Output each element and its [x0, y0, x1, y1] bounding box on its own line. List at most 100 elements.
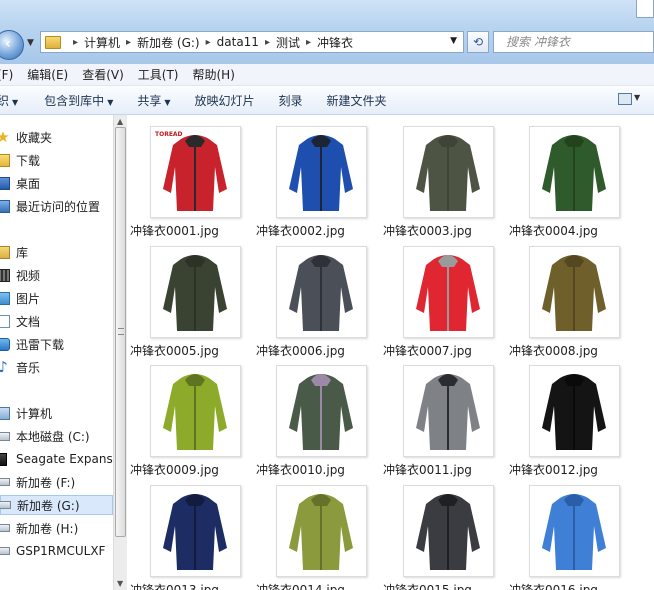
slideshow-button[interactable]: 放映幻灯片: [195, 92, 255, 109]
scrollbar-thumb[interactable]: [115, 127, 126, 537]
sidebar-item-label: 下载: [16, 153, 41, 168]
jacket-image: [542, 494, 606, 570]
file-item[interactable]: 冲锋衣0015.jpg: [383, 474, 503, 590]
file-item[interactable]: 冲锋衣0003.jpg: [383, 115, 503, 238]
search-input[interactable]: 搜索 冲锋衣: [493, 31, 654, 53]
sidebar-item-gsp[interactable]: GSP1RMCULXF: [0, 541, 105, 561]
sidebar-scrollbar[interactable]: ▲ ▼: [113, 115, 127, 590]
include-in-library-button[interactable]: 包含到库中 ▼: [44, 92, 113, 109]
file-name[interactable]: 冲锋衣0013.jpg: [130, 581, 255, 590]
menu-help[interactable]: 帮助(H): [193, 66, 235, 83]
chevron-right-icon[interactable]: ▸: [73, 37, 78, 48]
address-bar[interactable]: ▸ 计算机 ▸ 新加卷 (G:) ▸ data11 ▸ 测试 ▸ 冲锋衣 ▼: [40, 31, 464, 53]
file-item[interactable]: 冲锋衣0014.jpg: [256, 474, 376, 590]
file-item[interactable]: 冲锋衣0010.jpg: [256, 354, 376, 477]
sidebar-item-computer[interactable]: 计算机: [0, 403, 52, 423]
image-thumbnail[interactable]: [150, 485, 241, 577]
breadcrumb-data11[interactable]: data11: [217, 35, 259, 49]
image-thumbnail[interactable]: [403, 365, 494, 457]
file-item[interactable]: 冲锋衣0008.jpg: [509, 235, 629, 358]
share-button[interactable]: 共享 ▼: [137, 92, 170, 109]
file-item[interactable]: 冲锋衣0002.jpg: [256, 115, 376, 238]
organize-label: 织: [0, 93, 10, 108]
view-dropdown-icon[interactable]: ▼: [634, 93, 640, 102]
file-item[interactable]: 冲锋衣0012.jpg: [509, 354, 629, 477]
image-thumbnail[interactable]: [529, 246, 620, 338]
recent-pages-dropdown-icon[interactable]: ▼: [27, 38, 34, 48]
file-item[interactable]: 冲锋衣0013.jpg: [130, 474, 250, 590]
sidebar-item-pictures[interactable]: 图片: [0, 288, 40, 308]
chevron-right-icon[interactable]: ▸: [265, 37, 270, 48]
back-button[interactable]: ‹: [0, 30, 24, 60]
menu-file[interactable]: (F): [0, 68, 13, 82]
image-thumbnail[interactable]: TOREAD: [150, 126, 241, 218]
image-thumbnail[interactable]: [403, 246, 494, 338]
breadcrumb-jacket[interactable]: 冲锋衣: [317, 34, 353, 51]
file-item[interactable]: 冲锋衣0004.jpg: [509, 115, 629, 238]
file-item[interactable]: TOREAD 冲锋衣0001.jpg: [130, 115, 250, 238]
sidebar-item-label: 视频: [16, 268, 41, 283]
downloads-folder-icon: [0, 153, 10, 167]
image-thumbnail[interactable]: [150, 246, 241, 338]
breadcrumb-computer[interactable]: 计算机: [84, 34, 120, 51]
sidebar-item-volume-g[interactable]: 新加卷 (G:): [0, 495, 113, 515]
change-view-icon[interactable]: [618, 93, 632, 105]
hard-drive-icon: [0, 431, 10, 441]
chevron-right-icon[interactable]: ▸: [126, 37, 131, 48]
breadcrumb-test[interactable]: 测试: [276, 34, 300, 51]
menu-edit[interactable]: 编辑(E): [27, 66, 68, 83]
sidebar-item-label: 桌面: [16, 176, 41, 191]
sidebar-item-downloads[interactable]: 下载: [0, 150, 40, 170]
include-library-label: 包含到库中: [44, 93, 105, 108]
file-name[interactable]: 冲锋衣0014.jpg: [256, 581, 381, 590]
image-thumbnail[interactable]: [276, 365, 367, 457]
file-name[interactable]: 冲锋衣0016.jpg: [509, 581, 634, 590]
menu-tools[interactable]: 工具(T): [138, 66, 179, 83]
image-thumbnail[interactable]: [403, 485, 494, 577]
image-thumbnail[interactable]: [529, 126, 620, 218]
image-thumbnail[interactable]: [150, 365, 241, 457]
menu-view[interactable]: 查看(V): [82, 66, 124, 83]
image-thumbnail[interactable]: [276, 485, 367, 577]
chevron-right-icon[interactable]: ▸: [306, 37, 311, 48]
new-folder-button[interactable]: 新建文件夹: [327, 92, 387, 109]
sidebar-item-volume-f[interactable]: 新加卷 (F:): [0, 472, 75, 492]
sidebar-item-music[interactable]: ♪ 音乐: [0, 357, 40, 377]
sidebar-item-local-c[interactable]: 本地磁盘 (C:): [0, 426, 90, 446]
jacket-image: [416, 494, 480, 570]
scroll-down-icon[interactable]: ▼: [117, 579, 123, 588]
breadcrumb-volume-g[interactable]: 新加卷 (G:): [137, 34, 200, 51]
address-dropdown-icon[interactable]: ▼: [450, 36, 457, 46]
sidebar-item-recent[interactable]: 最近访问的位置: [0, 196, 100, 216]
chevron-right-icon[interactable]: ▸: [206, 37, 211, 48]
image-thumbnail[interactable]: [529, 485, 620, 577]
file-name[interactable]: 冲锋衣0015.jpg: [383, 581, 508, 590]
image-thumbnail[interactable]: [529, 365, 620, 457]
window-control[interactable]: [636, 0, 654, 18]
xunlei-download-icon: [0, 337, 10, 351]
jacket-image: [289, 135, 353, 211]
file-item[interactable]: 冲锋衣0011.jpg: [383, 354, 503, 477]
sidebar-item-favorites[interactable]: ★ 收藏夹: [0, 127, 52, 147]
image-thumbnail[interactable]: [403, 126, 494, 218]
jacket-image: [416, 255, 480, 331]
sidebar-item-seagate[interactable]: Seagate Expans: [0, 449, 113, 469]
file-item[interactable]: 冲锋衣0009.jpg: [130, 354, 250, 477]
sidebar-item-desktop[interactable]: 桌面: [0, 173, 40, 193]
file-item[interactable]: 冲锋衣0005.jpg: [130, 235, 250, 358]
sidebar-item-videos[interactable]: 视频: [0, 265, 40, 285]
burn-button[interactable]: 刻录: [279, 92, 303, 109]
refresh-button[interactable]: ⟲: [467, 31, 489, 53]
file-item[interactable]: 冲锋衣0006.jpg: [256, 235, 376, 358]
sidebar-item-libraries[interactable]: 库: [0, 242, 28, 262]
image-thumbnail[interactable]: [276, 126, 367, 218]
file-item[interactable]: 冲锋衣0016.jpg: [509, 474, 629, 590]
file-item[interactable]: 冲锋衣0007.jpg: [383, 235, 503, 358]
image-thumbnail[interactable]: [276, 246, 367, 338]
sidebar-item-documents[interactable]: 文档: [0, 311, 40, 331]
organize-button[interactable]: 织 ▼: [0, 92, 18, 109]
documents-icon: [0, 314, 10, 328]
sidebar-item-xunlei[interactable]: 迅雷下载: [0, 334, 64, 354]
sidebar-item-volume-h[interactable]: 新加卷 (H:): [0, 518, 78, 538]
scroll-up-icon[interactable]: ▲: [117, 117, 123, 126]
